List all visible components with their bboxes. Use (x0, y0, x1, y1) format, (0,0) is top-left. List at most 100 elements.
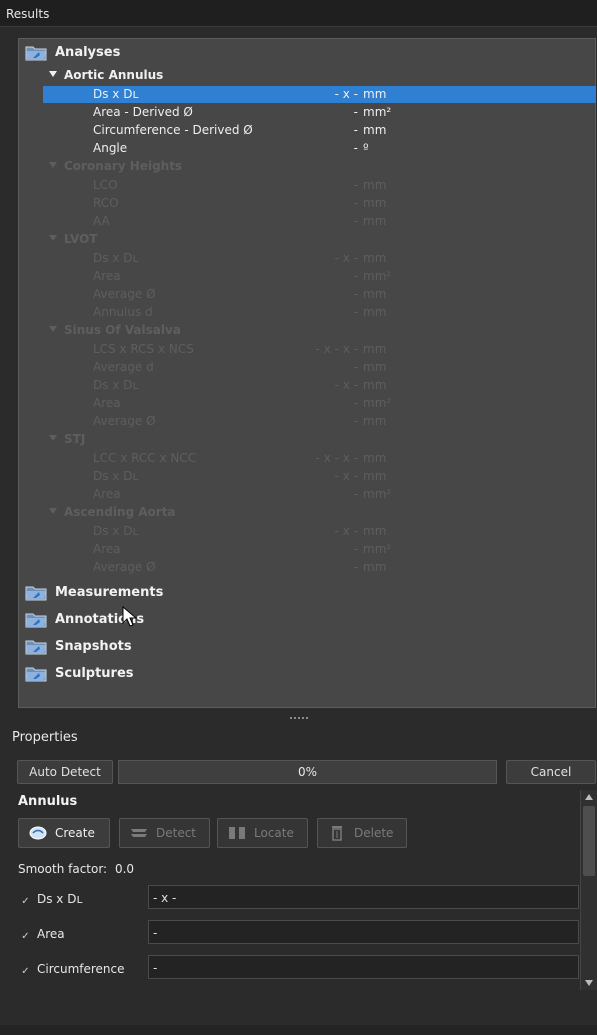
folder-measurements[interactable]: Measurements (25, 582, 175, 604)
row-name: Area (93, 269, 121, 283)
ds-dl-field[interactable]: - x - (148, 885, 579, 909)
row-name: Circumference - Derived Ø (93, 123, 253, 137)
results-tree[interactable]: Analyses Aortic Annulus Ds x Dʟ - x - mm… (18, 38, 596, 708)
row-value: - x - x - (315, 451, 358, 465)
row-name: Ds x Dʟ (93, 251, 139, 265)
result-row[interactable]: AA - mm (43, 213, 596, 230)
result-row[interactable]: Ds x Dʟ - x - mm (43, 250, 596, 267)
result-row[interactable]: LCO - mm (43, 177, 596, 194)
checkbox-label: Circumference (37, 962, 125, 976)
row-value: - (353, 542, 358, 556)
row-unit: mm (363, 378, 387, 392)
folder-icon (25, 586, 47, 601)
checkbox-ds-dl[interactable]: ✓ Ds x Dʟ (20, 892, 82, 907)
result-row[interactable]: Area - mm² (43, 541, 596, 558)
field-value: - (153, 961, 158, 975)
result-row[interactable]: Annulus d - mm (43, 304, 596, 321)
result-row[interactable]: Ds x Dʟ - x - mm (43, 377, 596, 394)
row-unit: º (363, 141, 369, 155)
expand-arrow-icon (49, 326, 57, 332)
folder-label: Sculptures (55, 666, 134, 681)
folder-icon (25, 640, 47, 655)
row-unit: mm² (363, 396, 392, 410)
row-value: - (353, 105, 358, 119)
scroll-down-icon[interactable] (585, 980, 593, 986)
result-row[interactable]: Average Ø - mm (43, 559, 596, 576)
category-sinus-of-valsalva[interactable]: Sinus Of Valsalva (49, 323, 181, 339)
row-value: - x - (334, 251, 358, 265)
cancel-button[interactable]: Cancel (506, 760, 596, 784)
row-unit: mm (363, 287, 387, 301)
row-name: Area - Derived Ø (93, 105, 193, 119)
checkbox-circumference[interactable]: ✓ Circumference (20, 962, 125, 977)
row-name: RCO (93, 196, 119, 210)
category-ascending-aorta[interactable]: Ascending Aorta (49, 505, 176, 521)
result-row-selected[interactable]: Ds x Dʟ - x - mm (43, 86, 596, 103)
row-value: - (353, 269, 358, 283)
expand-arrow-icon (49, 235, 57, 241)
result-row[interactable]: RCO - mm (43, 195, 596, 212)
folder-annotations[interactable]: Annotations (25, 609, 175, 631)
result-row[interactable]: Average d - mm (43, 359, 596, 376)
row-value: - (353, 196, 358, 210)
result-row[interactable]: Ds x Dʟ - x - mm (43, 468, 596, 485)
splitter-handle[interactable] (290, 717, 308, 722)
category-label: Coronary Heights (64, 159, 183, 173)
row-name: Average d (93, 360, 154, 374)
create-button[interactable]: Create (18, 818, 110, 848)
scroll-up-icon[interactable] (585, 794, 593, 800)
auto-detect-button[interactable]: Auto Detect (17, 760, 113, 784)
result-row[interactable]: Average Ø - mm (43, 286, 596, 303)
result-row[interactable]: Ds x Dʟ - x - mm (43, 523, 596, 540)
expand-arrow-icon (49, 162, 57, 168)
row-value: - (353, 214, 358, 228)
locate-button[interactable]: Locate (217, 818, 308, 848)
category-lvot[interactable]: LVOT (49, 232, 97, 248)
result-row[interactable]: Area - mm² (43, 268, 596, 285)
category-label: Ascending Aorta (64, 505, 176, 519)
create-icon (29, 826, 47, 840)
delete-button[interactable]: Delete (317, 818, 407, 848)
category-stj[interactable]: STJ (49, 432, 85, 448)
folder-analyses[interactable]: Analyses (25, 42, 175, 64)
row-value: - (353, 141, 358, 155)
row-unit: mm² (363, 105, 392, 119)
result-row[interactable]: LCS x RCS x NCS - x - x - mm (43, 341, 596, 358)
row-unit: mm² (363, 487, 392, 501)
checkbox-area[interactable]: ✓ Area (20, 927, 64, 942)
folder-sculptures[interactable]: Sculptures (25, 663, 175, 685)
checkmark-icon: ✓ (21, 896, 30, 907)
row-value: - x - x - (315, 342, 358, 356)
row-unit: mm (363, 214, 387, 228)
result-row[interactable]: Area - mm² (43, 486, 596, 503)
row-name: Ds x Dʟ (93, 87, 139, 101)
category-coronary-heights[interactable]: Coronary Heights (49, 159, 182, 175)
result-row[interactable]: Area - Derived Ø - mm² (43, 104, 596, 121)
row-unit: mm (363, 87, 387, 101)
circumference-field[interactable]: - (148, 955, 579, 979)
expand-arrow-icon (49, 508, 57, 514)
expand-arrow-icon (49, 435, 57, 441)
row-name: Annulus d (93, 305, 153, 319)
results-header: Results (0, 0, 597, 27)
row-value: - (353, 414, 358, 428)
properties-scrollbar[interactable] (580, 790, 597, 990)
result-row[interactable]: Circumference - Derived Ø - mm (43, 122, 596, 139)
category-label: STJ (64, 432, 86, 446)
category-aortic-annulus[interactable]: Aortic Annulus (49, 68, 163, 84)
row-name: AA (93, 214, 110, 228)
button-label: Create (55, 826, 95, 840)
category-label: Aortic Annulus (64, 68, 164, 82)
folder-snapshots[interactable]: Snapshots (25, 636, 175, 658)
result-row[interactable]: LCC x RCC x NCC - x - x - mm (43, 450, 596, 467)
row-unit: mm (363, 560, 387, 574)
result-row[interactable]: Angle - º (43, 140, 596, 157)
detect-button[interactable]: Detect (119, 818, 210, 848)
button-label: Detect (156, 826, 197, 840)
row-unit: mm² (363, 269, 392, 283)
row-value: - (353, 360, 358, 374)
result-row[interactable]: Area - mm² (43, 395, 596, 412)
area-field[interactable]: - (148, 920, 579, 944)
scroll-thumb[interactable] (583, 806, 595, 876)
result-row[interactable]: Average Ø - mm (43, 413, 596, 430)
